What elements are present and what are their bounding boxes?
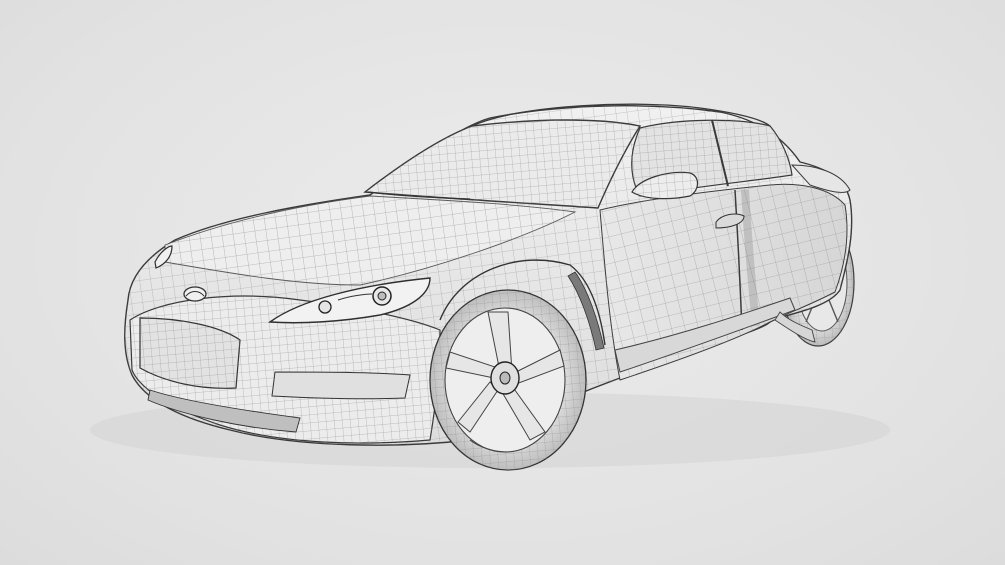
lower-intake-right xyxy=(271,371,411,400)
front-wheel xyxy=(429,289,587,471)
brand-badge-icon xyxy=(183,286,207,302)
car-model-render xyxy=(90,103,890,471)
render-viewport xyxy=(0,0,1005,565)
